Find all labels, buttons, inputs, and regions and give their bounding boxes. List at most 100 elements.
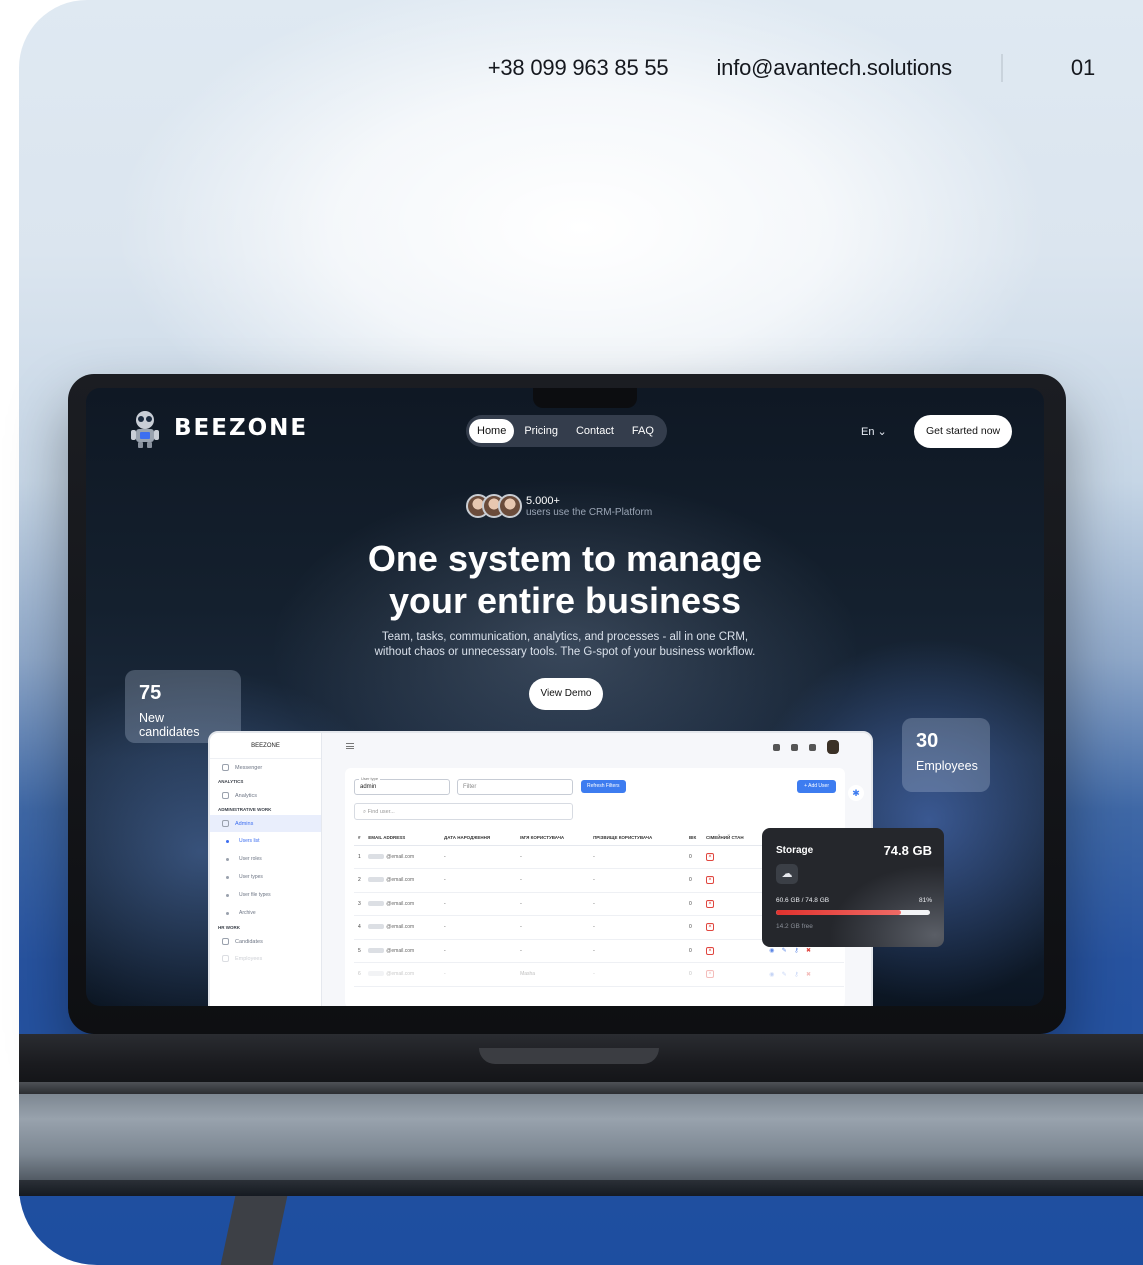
search-placeholder: Find user... <box>367 809 395 815</box>
sidebar-item-label: Admins <box>235 820 254 827</box>
user-type-select[interactable]: User type admin <box>354 776 450 795</box>
hero-subtitle: Team, tasks, communication, analytics, a… <box>86 630 1044 660</box>
email-cell: @email.com <box>364 962 440 987</box>
language-value: En <box>861 426 875 438</box>
row-number: 2 <box>354 868 365 893</box>
sidebar-item-user-types[interactable]: User types <box>210 868 321 886</box>
sidebar-item-messenger[interactable]: Messenger <box>210 759 321 776</box>
first-name-cell: - <box>516 915 590 940</box>
user-type-label: User type <box>359 776 381 781</box>
get-started-button[interactable]: Get started now <box>914 415 1013 448</box>
sidebar-item-analytics[interactable]: Analytics <box>210 787 321 804</box>
chat-icon <box>222 764 229 771</box>
first-name-cell: Masha <box>516 962 590 987</box>
sidebar-item-candidates[interactable]: Candidates <box>210 933 321 950</box>
avatar-group <box>466 494 522 518</box>
first-name-cell: - <box>516 892 590 916</box>
grid-icon[interactable] <box>773 743 780 751</box>
phone-link[interactable]: +38 099 963 85 55 <box>488 55 669 81</box>
close-icon: × <box>706 970 715 979</box>
hero-title-line-2: your entire business <box>388 580 742 621</box>
hero-title-line-1: One system to manage <box>367 538 763 579</box>
key-icon[interactable]: ⚷ <box>794 972 798 978</box>
sidebar-item-label: Employees <box>235 955 263 962</box>
nav-home[interactable]: Home <box>469 419 515 443</box>
key-icon[interactable]: ⚷ <box>794 948 798 954</box>
status-cell: × <box>702 892 766 916</box>
column-header[interactable]: EMAIL ADDRESS <box>364 830 440 846</box>
column-header[interactable]: ІМ'Я КОРИСТУВАЧА <box>516 830 590 846</box>
first-name-cell: - <box>516 845 590 869</box>
refresh-filters-button[interactable]: Refresh Filters <box>581 780 626 793</box>
nav-contact[interactable]: Contact <box>568 419 622 443</box>
sidebar-item-user-file-types[interactable]: User file types <box>210 886 321 904</box>
last-name-cell: - <box>589 892 685 916</box>
status-cell: × <box>702 868 766 893</box>
hero-title: One system to manage your entire busines… <box>86 538 1044 622</box>
storage-usage: 60.6 GB / 74.8 GB <box>776 897 830 904</box>
user-count-badge: 5.000+ users use the CRM-Platform <box>466 494 652 518</box>
dob-cell: - <box>440 939 517 963</box>
nav-pricing[interactable]: Pricing <box>516 419 566 443</box>
view-demo-button[interactable]: View Demo <box>529 678 603 710</box>
candidates-count: 75 <box>139 682 162 704</box>
sidebar-item-label: Candidates <box>235 938 263 945</box>
sidebar-item-user-roles[interactable]: User roles <box>210 850 321 868</box>
age-cell: 0 <box>684 962 703 987</box>
settings-gear-icon[interactable]: ✱ <box>848 785 864 801</box>
cloud-icon: ☁ <box>776 864 798 884</box>
row-number: 4 <box>354 915 365 940</box>
page-number: 01 <box>1070 55 1095 80</box>
language-select[interactable]: En ⌄ <box>861 425 887 438</box>
sidebar-item-archive[interactable]: Archive <box>210 904 321 922</box>
contact-bar: +38 099 963 85 55 info@avantech.solution… <box>488 54 1095 82</box>
chart-icon <box>222 792 229 799</box>
users-icon <box>222 820 229 827</box>
view-icon[interactable]: ◉ <box>769 948 774 954</box>
sidebar-item-employees[interactable]: Employees <box>210 950 321 967</box>
nav-faq[interactable]: FAQ <box>624 419 662 443</box>
storage-card: Storage 74.8 GB ☁ 60.6 GB / 74.8 GB 81% … <box>762 828 944 947</box>
avatar[interactable] <box>827 740 839 754</box>
person-icon <box>222 955 229 962</box>
row-number: 5 <box>354 939 365 963</box>
desk-stand-edge <box>19 1180 1143 1196</box>
column-header[interactable]: СІМЕЙНИЙ СТАН <box>702 830 766 846</box>
filter-select[interactable]: Filter <box>457 779 573 795</box>
search-input[interactable]: ⌕ Find user... <box>354 803 573 820</box>
bell-icon[interactable] <box>809 743 816 751</box>
email-cell: @email.com <box>364 845 440 869</box>
sidebar-item-admins[interactable]: Admins <box>210 815 321 832</box>
menu-icon[interactable] <box>346 743 354 749</box>
view-icon[interactable]: ◉ <box>769 972 774 978</box>
translate-icon[interactable] <box>791 743 798 751</box>
laptop-base-edge <box>19 1082 1143 1094</box>
age-cell: 0 <box>684 939 703 963</box>
trash-icon[interactable]: ✖ <box>806 948 811 954</box>
email-link[interactable]: info@avantech.solutions <box>716 55 952 81</box>
camera-notch <box>533 388 637 408</box>
sidebar-item-users-list[interactable]: Users list <box>210 832 321 850</box>
column-header[interactable]: ДАТА НАРОДЖЕННЯ <box>440 830 517 846</box>
add-user-button[interactable]: + Add User <box>797 780 836 793</box>
storage-free: 14.2 GB free <box>776 923 813 930</box>
table-row[interactable]: 6 @email.com - Masha - 0 × ◉ ✎ ⚷ ✖ <box>354 962 844 987</box>
avatar <box>498 494 522 518</box>
edit-icon[interactable]: ✎ <box>782 948 787 954</box>
column-header[interactable]: # <box>354 830 365 846</box>
sidebar-item-label: Messenger <box>235 764 263 771</box>
first-name-cell: - <box>516 868 590 893</box>
column-header[interactable]: ВІК <box>684 830 703 846</box>
site-logo[interactable]: BEEZONE <box>126 408 308 448</box>
trash-icon[interactable]: ✖ <box>806 972 811 978</box>
close-icon: × <box>706 876 715 885</box>
column-header[interactable]: ПРІЗВИЩЕ КОРИСТУВАЧА <box>589 830 685 846</box>
hero-subtitle-line-1: Team, tasks, communication, analytics, a… <box>381 631 749 643</box>
age-cell: 0 <box>684 868 703 893</box>
laptop: BEEZONE Home Pricing Contact FAQ En ⌄ Ge… <box>68 374 1066 1034</box>
last-name-cell: - <box>589 962 685 987</box>
edit-icon[interactable]: ✎ <box>782 972 787 978</box>
age-cell: 0 <box>684 892 703 916</box>
dob-cell: - <box>440 962 517 987</box>
storage-progress-fill <box>776 910 901 915</box>
